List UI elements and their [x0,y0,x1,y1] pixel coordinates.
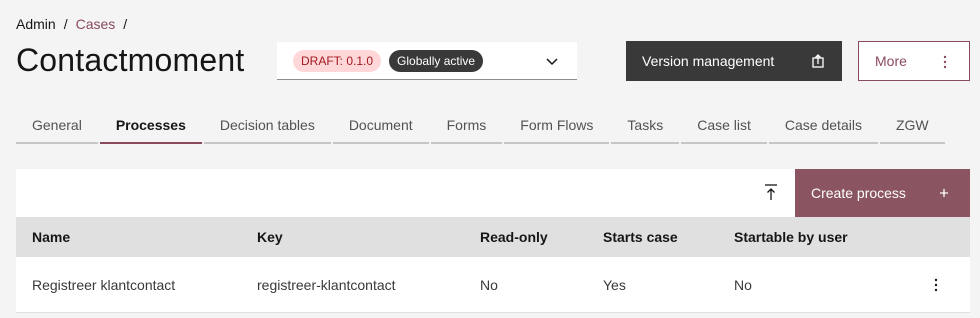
header-name[interactable]: Name [32,229,70,245]
draft-version-tag: DRAFT: 0.1.0 [293,49,382,72]
tab-processes[interactable]: Processes [99,106,202,144]
table-row[interactable]: Registreer klantcontact registreer-klant… [16,257,970,313]
tab-case-list[interactable]: Case list [681,106,767,144]
create-process-button[interactable]: Create process [795,169,970,217]
launch-icon [812,54,824,68]
tab-list: General Processes Decision tables Docume… [16,106,947,144]
tab-document[interactable]: Document [332,106,429,144]
tab-zgw[interactable]: ZGW [879,106,945,144]
cell-name: Registreer klantcontact [32,276,176,293]
cell-startable-by-user: No [734,276,752,293]
breadcrumb-cases-link[interactable]: Cases [76,16,116,32]
breadcrumb-admin[interactable]: Admin [16,16,56,32]
globally-active-tag: Globally active [389,49,484,72]
cell-read-only: No [480,276,498,293]
header-starts-case[interactable]: Starts case [603,229,678,245]
table-header: Name Key Read-only Starts case Startable… [16,217,970,257]
tab-forms[interactable]: Forms [430,106,503,144]
breadcrumb: Admin / Cases / [16,16,127,32]
processes-table: Name Key Read-only Starts case Startable… [16,217,970,313]
cell-key: registreer-klantcontact [257,276,396,293]
header-startable-by-user[interactable]: Startable by user [734,229,848,245]
tab-tasks[interactable]: Tasks [611,106,680,144]
header-key[interactable]: Key [257,229,283,245]
cell-starts-case: Yes [603,276,626,293]
breadcrumb-separator: / [123,16,128,32]
chevron-down-icon [546,58,558,66]
tab-form-flows[interactable]: Form Flows [504,106,610,144]
plus-icon [940,189,948,197]
upload-icon[interactable] [762,183,780,203]
overflow-menu-icon [943,55,947,69]
tab-decision-tables[interactable]: Decision tables [203,106,331,144]
more-label: More [875,53,907,69]
tab-case-details[interactable]: Case details [768,106,878,144]
page-title: Contactmoment [16,42,245,78]
row-overflow-menu-icon[interactable] [934,277,938,293]
version-select[interactable]: DRAFT: 0.1.0 Globally active [277,42,577,80]
version-management-label: Version management [642,53,775,69]
header-read-only[interactable]: Read-only [480,229,548,245]
create-process-label: Create process [811,185,906,201]
more-button[interactable]: More [858,41,970,81]
breadcrumb-separator: / [63,16,68,32]
version-management-button[interactable]: Version management [626,41,842,81]
table-toolbar: Create process [16,169,970,217]
tab-general[interactable]: General [16,106,98,144]
